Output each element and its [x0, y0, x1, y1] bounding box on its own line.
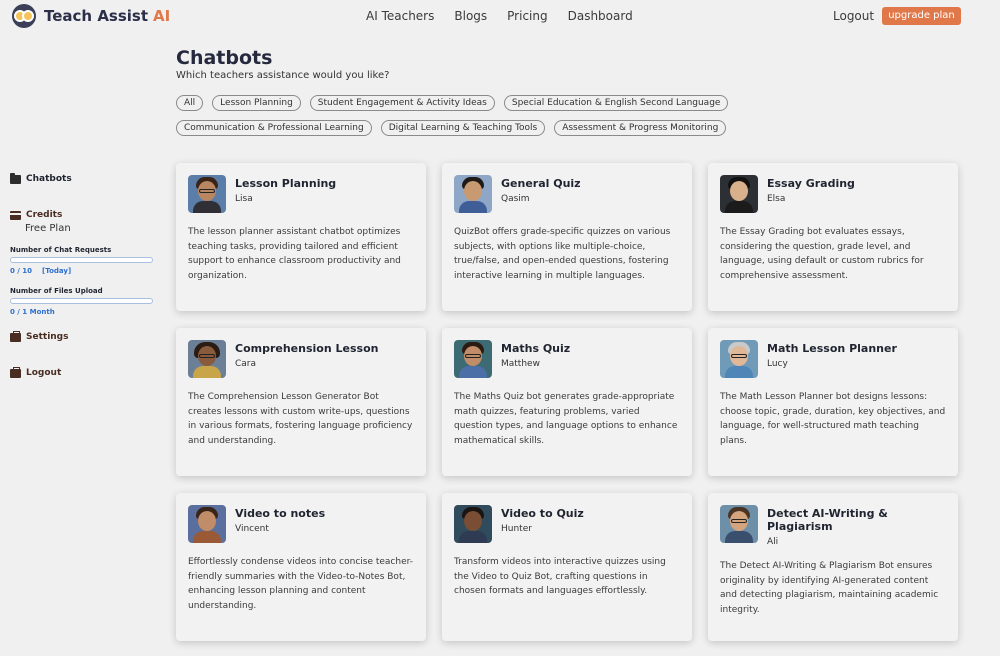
- chatbot-card[interactable]: Comprehension Lesson Cara The Comprehens…: [176, 328, 426, 476]
- chatbot-persona: Lisa: [235, 194, 253, 204]
- avatar-icon: [720, 340, 758, 378]
- chatbot-description: Transform videos into interactive quizze…: [454, 557, 666, 596]
- avatar-icon: [454, 340, 492, 378]
- files-upload-label: Number of Files Upload: [10, 287, 103, 295]
- category-filters: All Lesson Planning Student Engagement &…: [176, 95, 776, 136]
- nav-pricing[interactable]: Pricing: [507, 9, 547, 23]
- filter-chip-student-engagement[interactable]: Student Engagement & Activity Ideas: [309, 95, 495, 111]
- chatbot-card[interactable]: Video to notes Vincent Effortlessly cond…: [176, 493, 426, 641]
- chatbot-grid: Lesson Planning Lisa The lesson planner …: [176, 163, 958, 641]
- sidebar-item-chatbots[interactable]: Chatbots: [10, 172, 160, 186]
- suitcase-icon: [10, 330, 21, 342]
- chatbot-persona: Hunter: [501, 524, 532, 534]
- chatbot-card[interactable]: Detect AI-Writing & Plagiarism Ali The D…: [708, 493, 958, 641]
- filter-chip-digital-learning[interactable]: Digital Learning & Teaching Tools: [380, 120, 546, 136]
- filter-chip-assessment[interactable]: Assessment & Progress Monitoring: [554, 120, 727, 136]
- chatbot-description: The Maths Quiz bot generates grade-appro…: [454, 392, 678, 446]
- chatbot-description: The lesson planner assistant chatbot opt…: [188, 227, 401, 281]
- avatar-icon: [720, 505, 758, 543]
- chatbot-persona: Lucy: [767, 359, 788, 369]
- files-upload-count: 0 / 1 Month: [10, 308, 55, 316]
- sidebar-item-label: Chatbots: [26, 174, 72, 184]
- chat-requests-label: Number of Chat Requests: [10, 246, 112, 254]
- chatbot-title: Comprehension Lesson: [235, 342, 379, 355]
- chatbot-persona: Cara: [235, 359, 257, 369]
- page-title: Chatbots: [176, 47, 273, 69]
- chatbot-persona: Qasim: [501, 194, 530, 204]
- chatbot-title: Maths Quiz: [501, 342, 571, 355]
- sidebar-item-credits[interactable]: Credits: [10, 208, 160, 222]
- chatbot-title: Lesson Planning: [235, 177, 337, 190]
- nav-blogs[interactable]: Blogs: [454, 9, 487, 23]
- chatbot-title: Video to notes: [235, 507, 326, 520]
- chatbot-description: The Comprehension Lesson Generator Bot c…: [188, 392, 413, 446]
- chatbot-title: Video to Quiz: [501, 507, 584, 520]
- chat-requests-used: 0 / 10: [10, 267, 33, 275]
- chatbot-description: The Detect AI-Writing & Plagiarism Bot e…: [720, 561, 939, 615]
- chatbot-title: Detect AI-Writing & Plagiarism: [767, 507, 888, 533]
- owl-logo-icon: [12, 4, 36, 28]
- chatbot-card[interactable]: Lesson Planning Lisa The lesson planner …: [176, 163, 426, 311]
- avatar-icon: [454, 505, 492, 543]
- avatar-icon: [188, 175, 226, 213]
- brand-name: Teach Assist: [44, 7, 149, 25]
- files-upload-progress: [10, 298, 153, 304]
- brand-logo[interactable]: Teach Assist AI: [12, 4, 170, 28]
- folder-icon: [10, 172, 21, 184]
- chatbot-card[interactable]: Essay Grading Elsa The Essay Grading bot…: [708, 163, 958, 311]
- chatbot-persona: Ali: [767, 537, 779, 547]
- chatbot-title: Essay Grading: [767, 177, 855, 190]
- avatar-icon: [188, 340, 226, 378]
- chatbot-card[interactable]: General Quiz Qasim QuizBot offers grade-…: [442, 163, 692, 311]
- chatbot-description: The Essay Grading bot evaluates essays, …: [720, 227, 924, 281]
- sidebar: Chatbots Credits Free Plan Number of Cha…: [10, 172, 160, 380]
- sidebar-item-label: Credits: [26, 210, 63, 220]
- filter-chip-all[interactable]: All: [176, 95, 204, 111]
- avatar-icon: [454, 175, 492, 213]
- avatar-icon: [188, 505, 226, 543]
- filter-chip-special-education[interactable]: Special Education & English Second Langu…: [503, 95, 729, 111]
- logout-link[interactable]: Logout: [833, 9, 874, 23]
- main-nav: AI Teachers Blogs Pricing Dashboard: [366, 9, 633, 23]
- credit-card-icon: [10, 210, 21, 220]
- chatbot-card[interactable]: Video to Quiz Hunter Transform videos in…: [442, 493, 692, 641]
- chatbot-description: QuizBot offers grade-specific quizzes on…: [454, 227, 671, 281]
- chatbot-card[interactable]: Math Lesson Planner Lucy The Math Lesson…: [708, 328, 958, 476]
- logout-icon: [10, 366, 21, 378]
- page-subtitle: Which teachers assistance would you like…: [176, 70, 390, 81]
- chatbot-persona: Matthew: [501, 359, 540, 369]
- chat-requests-progress: [10, 257, 153, 263]
- chatbot-persona: Vincent: [235, 524, 269, 534]
- chatbot-description: The Math Lesson Planner bot designs less…: [720, 392, 946, 446]
- nav-ai-teachers[interactable]: AI Teachers: [366, 9, 434, 23]
- filter-chip-lesson-planning[interactable]: Lesson Planning: [212, 95, 301, 111]
- chatbot-card[interactable]: Maths Quiz Matthew The Maths Quiz bot ge…: [442, 328, 692, 476]
- nav-dashboard[interactable]: Dashboard: [568, 9, 633, 23]
- top-navbar: Teach Assist AI AI Teachers Blogs Pricin…: [0, 0, 1000, 32]
- sidebar-item-label: Settings: [26, 332, 69, 342]
- plan-name: Free Plan: [25, 223, 71, 234]
- sidebar-item-label: Logout: [26, 368, 62, 378]
- sidebar-item-logout[interactable]: Logout: [10, 366, 160, 380]
- chatbot-description: Effortlessly condense videos into concis…: [188, 557, 413, 611]
- chatbot-title: Math Lesson Planner: [767, 342, 897, 355]
- chatbot-persona: Elsa: [767, 194, 786, 204]
- chat-requests-period: [Today]: [42, 267, 72, 275]
- brand-accent: AI: [153, 7, 171, 25]
- chat-requests-count: 0 / 10 [Today]: [10, 267, 160, 275]
- avatar-icon: [720, 175, 758, 213]
- chatbot-title: General Quiz: [501, 177, 581, 190]
- sidebar-item-settings[interactable]: Settings: [10, 330, 160, 344]
- filter-chip-communication[interactable]: Communication & Professional Learning: [176, 120, 372, 136]
- upgrade-plan-button[interactable]: upgrade plan: [882, 7, 961, 25]
